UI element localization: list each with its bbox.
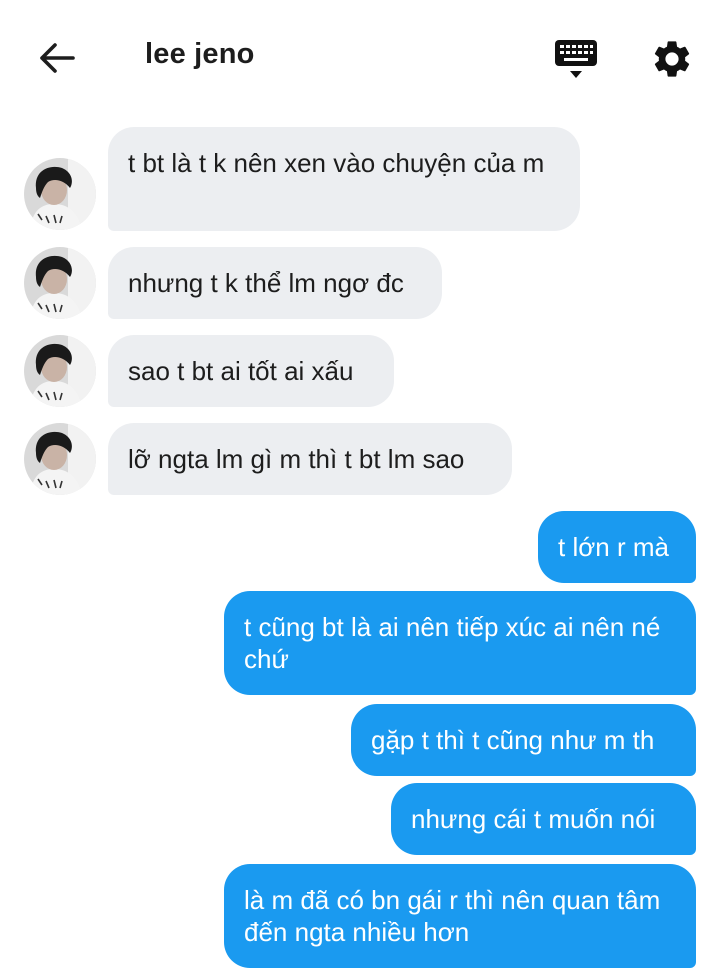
avatar[interactable] [24, 423, 96, 495]
message-bubble-outgoing[interactable]: t lớn r mà [538, 511, 696, 583]
avatar[interactable] [24, 158, 96, 230]
message-bubble-outgoing[interactable]: là m đã có bn gái r thì nên quan tâm đến… [224, 864, 696, 968]
message-bubble-outgoing[interactable]: nhưng cái t muốn nói [391, 783, 696, 855]
message-bubble-outgoing[interactable]: gặp t thì t cũng như m th [351, 704, 696, 776]
contact-avatar-image [24, 158, 96, 230]
contact-avatar-image [24, 423, 96, 495]
message-bubble-outgoing[interactable]: t cũng bt là ai nên tiếp xúc ai nên né c… [224, 591, 696, 695]
avatar[interactable] [24, 335, 96, 407]
message-bubble-incoming[interactable]: sao t bt ai tốt ai xấu [108, 335, 394, 407]
contact-avatar-image [24, 335, 96, 407]
contact-avatar-image [24, 247, 96, 319]
message-bubble-incoming[interactable]: lỡ ngta lm gì m thì t bt lm sao [108, 423, 512, 495]
message-thread[interactable]: t bt là t k nên xen vào chuyện của m như… [0, 0, 720, 973]
avatar[interactable] [24, 247, 96, 319]
message-bubble-incoming[interactable]: t bt là t k nên xen vào chuyện của m [108, 127, 580, 231]
message-bubble-incoming[interactable]: nhưng t k thể lm ngơ đc [108, 247, 442, 319]
